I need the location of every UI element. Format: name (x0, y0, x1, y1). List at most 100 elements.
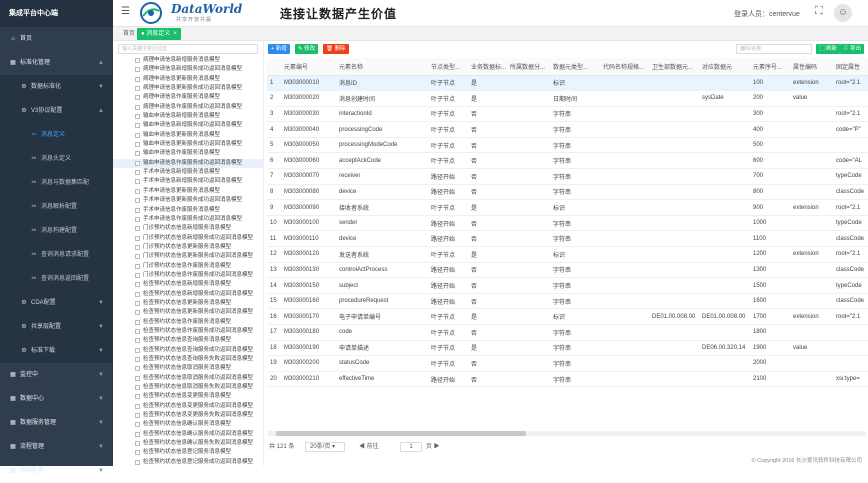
tree-item[interactable]: 手术申请信息新增服务成功返回消息模型 (113, 177, 263, 186)
column-header[interactable]: 固定属性 (833, 58, 868, 76)
tree-item-checkbox[interactable] (135, 235, 140, 241)
menu-toggle-icon[interactable]: ☰ (121, 6, 130, 17)
tree-item[interactable]: 检查预约状态信息作废服务成功返回消息模型 (113, 327, 263, 336)
tree-item-checkbox[interactable] (135, 123, 140, 129)
table-row[interactable]: 2 M303000020 消息创建时间 叶子节点是 日期时间 sysDate 200 valu… (267, 90, 868, 107)
tree-item-checkbox[interactable] (135, 142, 140, 148)
column-header[interactable]: 对应数据元 (699, 58, 750, 76)
tree-item-checkbox[interactable] (135, 226, 140, 232)
sidebar-item[interactable]: ⚙ V3协议配置 ▲ (0, 99, 113, 123)
tree-item-checkbox[interactable] (135, 282, 140, 288)
tree-item[interactable]: 病理申请信息更新服务消息模型 (113, 75, 263, 84)
tree-item[interactable]: 检查预约状态信息登记服务消息模型 (113, 448, 263, 457)
tree-item[interactable]: 检查预约状态信息取消服务成功返回消息模型 (113, 374, 263, 383)
tree-item-checkbox[interactable] (135, 198, 140, 204)
tree-item[interactable]: 检查预约状态信息取消服务消息模型 (113, 364, 263, 373)
edit-button[interactable]: ✎ 修改 (295, 44, 319, 54)
tree-item[interactable]: 手术申请信息更新服务消息模型 (113, 187, 263, 196)
tree-item[interactable]: 输血申请信息更新服务消息模型 (113, 131, 263, 140)
tab-message-definition[interactable]: ● 消息定义 × (137, 28, 181, 40)
sidebar-item[interactable]: ✂ 消息与数据集匹配 (0, 171, 113, 195)
tree-item[interactable]: 检查预约状态信息取消服务失败返回消息模型 (113, 383, 263, 392)
tree-item[interactable]: 手术申请信息新增服务消息模型 (113, 168, 263, 177)
tree-item-checkbox[interactable] (135, 216, 140, 222)
column-header[interactable]: 代码名称规格... (600, 58, 649, 76)
column-header[interactable]: 元素名称 (336, 58, 428, 76)
export-button[interactable]: ⇩ 导出 (840, 44, 865, 54)
sidebar-item[interactable]: ⚙ CDA配置 ▼ (0, 291, 113, 315)
tree-item[interactable]: 门诊预约状态信息新增服务成功返回消息模型 (113, 234, 263, 243)
table-row[interactable]: 1 M303000010 消息ID 叶子节点是 标识 100 extension root="… (267, 75, 868, 92)
sidebar-item[interactable]: ✂ 消息定义 (0, 123, 113, 147)
table-row[interactable]: 17 M303000180 code 叶子节点否 字符串 1800 (267, 324, 868, 341)
tree-item[interactable]: 检查预约状态信息变更服务失败返回消息模型 (113, 411, 263, 420)
sidebar-item[interactable]: ✂ 消息解析配置 (0, 195, 113, 219)
tree-item-checkbox[interactable] (135, 254, 140, 260)
sidebar-item[interactable]: ▦ 数据服务管理 ▼ (0, 411, 113, 435)
scrollbar-thumb[interactable] (276, 431, 526, 436)
column-header[interactable]: 卫生部数据元... (649, 58, 699, 76)
tree-item[interactable]: 输血申请信息新增服务消息模型 (113, 112, 263, 121)
column-header[interactable]: 属性编码 (790, 58, 833, 76)
table-row[interactable]: 4 M303000040 processingCode 叶子节点否 字符串 400 code… (267, 121, 868, 138)
tree-item[interactable]: 输血申请信息更新服务成功返回消息模型 (113, 140, 263, 149)
sidebar-item[interactable]: ✂ 查询消息请求配置 (0, 243, 113, 267)
table-row[interactable]: 7 M303000070 receiver 路径开始否 字符串 700 typeCode (267, 168, 868, 185)
tree-item-checkbox[interactable] (135, 67, 140, 73)
add-button[interactable]: + 新增 (268, 44, 290, 54)
tree-item[interactable]: 输血申请信息作废服务消息模型 (113, 149, 263, 158)
tree-item[interactable]: 门诊预约状态信息作废服务成功返回消息模型 (113, 271, 263, 280)
tree-item-checkbox[interactable] (135, 291, 140, 297)
tree-item-checkbox[interactable] (135, 310, 140, 316)
column-header[interactable]: 元素编号 (281, 58, 336, 76)
tree-item[interactable]: 手术申请信息作废服务消息模型 (113, 206, 263, 215)
tree-item-checkbox[interactable] (135, 300, 140, 306)
tree-item[interactable]: 检查预约状态信息更新服务消息模型 (113, 299, 263, 308)
tree-item[interactable]: 检查预约状态信息登记服务成功返回消息模型 (113, 458, 263, 466)
sidebar-item[interactable]: ⚙ 标准下载 ▼ (0, 339, 113, 363)
tree-item-checkbox[interactable] (135, 179, 140, 185)
table-row[interactable]: 15 M303000160 procedureRequest 路径开始否 字符串 1600… (267, 293, 868, 310)
tree-item[interactable]: 检查预约状态信息变更服务消息模型 (113, 392, 263, 401)
tree-item[interactable]: 检查预约状态信息确认服务失败返回消息模型 (113, 439, 263, 448)
tree-item-checkbox[interactable] (135, 272, 140, 278)
tree-item-checkbox[interactable] (135, 328, 140, 334)
avatar[interactable]: ☺ (834, 4, 852, 22)
tab-home[interactable]: 首页 (119, 28, 139, 40)
tree-item[interactable]: 门诊预约状态信息更新服务消息模型 (113, 243, 263, 252)
tree-item[interactable]: 检查预约状态信息确认服务消息模型 (113, 420, 263, 429)
sidebar-item[interactable]: ▦ 数据中心 ▼ (0, 387, 113, 411)
column-header[interactable] (267, 58, 281, 76)
tree-item-checkbox[interactable] (135, 319, 140, 325)
tree-item-checkbox[interactable] (135, 86, 140, 92)
tree-item-checkbox[interactable] (135, 394, 140, 400)
sidebar-item[interactable]: ▦ 标准化管理 ▲ (0, 51, 113, 75)
table-row[interactable]: 13 M303000130 controlActProcess 路径开始否 字符串 130… (267, 262, 868, 279)
tree-item[interactable]: 检查预约状态信息查询服务消息模型 (113, 336, 263, 345)
sidebar-item[interactable]: ✂ 消息头定义 (0, 147, 113, 171)
fullscreen-icon[interactable]: ⛶ (815, 5, 823, 18)
tree-item[interactable]: 检查预约状态信息新增服务消息模型 (113, 280, 263, 289)
tree-item-checkbox[interactable] (135, 413, 140, 419)
tree-item-checkbox[interactable] (135, 431, 140, 437)
tree-item-checkbox[interactable] (135, 95, 140, 101)
table-row[interactable]: 12 M303000120 发送者系统 叶子节点是 标识 1200 extension roo… (267, 246, 868, 263)
tree-item[interactable]: 病理申请信息作废服务成功返回消息模型 (113, 103, 263, 112)
tree-item-checkbox[interactable] (135, 76, 140, 82)
tree-item[interactable]: 检查预约状态信息新增服务成功返回消息模型 (113, 290, 263, 299)
column-header[interactable]: 所属数据分... (507, 58, 550, 76)
table-row[interactable]: 8 M303000080 device 路径开始否 字符串 800 classCode (267, 184, 868, 201)
tree-item[interactable]: 检查预约状态信息确认服务成功返回消息模型 (113, 430, 263, 439)
tree-item-checkbox[interactable] (135, 160, 140, 166)
tree-item-checkbox[interactable] (135, 104, 140, 110)
page-size-select[interactable]: 20条/页 ▾ (305, 442, 345, 452)
tree-item-checkbox[interactable] (135, 403, 140, 409)
tree-item-checkbox[interactable] (135, 366, 140, 372)
tree-item[interactable]: 病理申请信息更新服务成功返回消息模型 (113, 84, 263, 93)
tree-item[interactable]: 检查预约状态信息查询服务成功返回消息模型 (113, 346, 263, 355)
column-header[interactable]: 数据元类型... (550, 58, 600, 76)
column-header[interactable]: 业务数据标... (468, 58, 507, 76)
tree-item-checkbox[interactable] (135, 441, 140, 447)
tree-item-checkbox[interactable] (135, 207, 140, 213)
tree-item[interactable]: 手术申请信息作废服务成功返回消息模型 (113, 215, 263, 224)
